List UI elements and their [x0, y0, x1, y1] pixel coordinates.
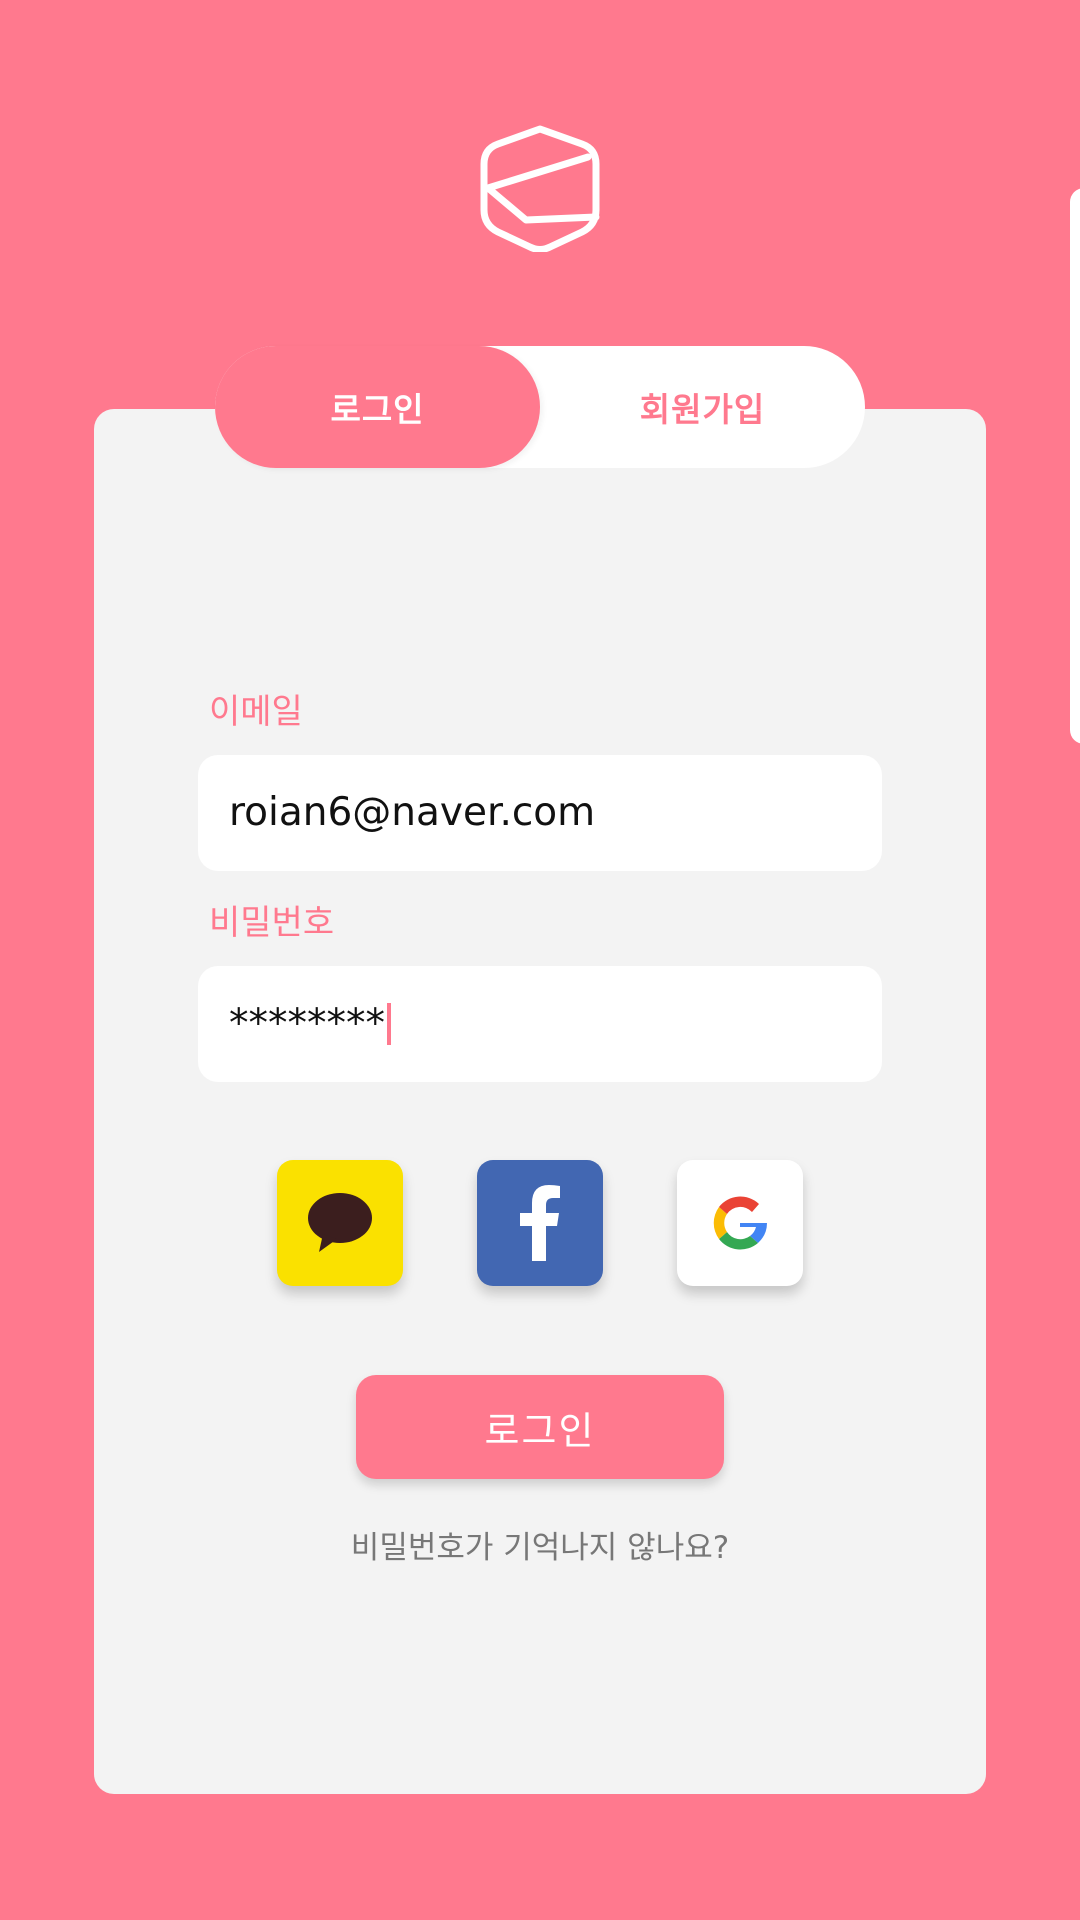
kakao-login-button[interactable]: [277, 1160, 403, 1286]
email-value: roian6@naver.com: [229, 790, 596, 835]
tab-signup[interactable]: 회원가입: [540, 346, 865, 468]
app-logo-icon: [480, 125, 600, 252]
text-caret: [387, 1002, 391, 1045]
google-icon: [713, 1196, 767, 1250]
next-page-card-edge: [1070, 188, 1080, 744]
login-button[interactable]: 로그인: [356, 1375, 724, 1479]
forgot-password-link[interactable]: 비밀번호가 기억나지 않나요?: [0, 1522, 1080, 1567]
login-card: [94, 409, 986, 1794]
password-value-wrap: ********: [229, 966, 391, 1082]
password-value: ********: [229, 1001, 385, 1046]
email-label: 이메일: [209, 692, 303, 732]
google-login-button[interactable]: [677, 1160, 803, 1286]
auth-tabs: 로그인 회원가입: [215, 346, 865, 468]
facebook-login-button[interactable]: [477, 1160, 603, 1286]
tab-login[interactable]: 로그인: [215, 346, 540, 468]
password-field[interactable]: ********: [198, 966, 882, 1082]
kakao-talk-icon: [308, 1193, 372, 1252]
facebook-icon: [520, 1185, 560, 1261]
password-label: 비밀번호: [209, 903, 335, 943]
email-field[interactable]: roian6@naver.com: [198, 755, 882, 871]
